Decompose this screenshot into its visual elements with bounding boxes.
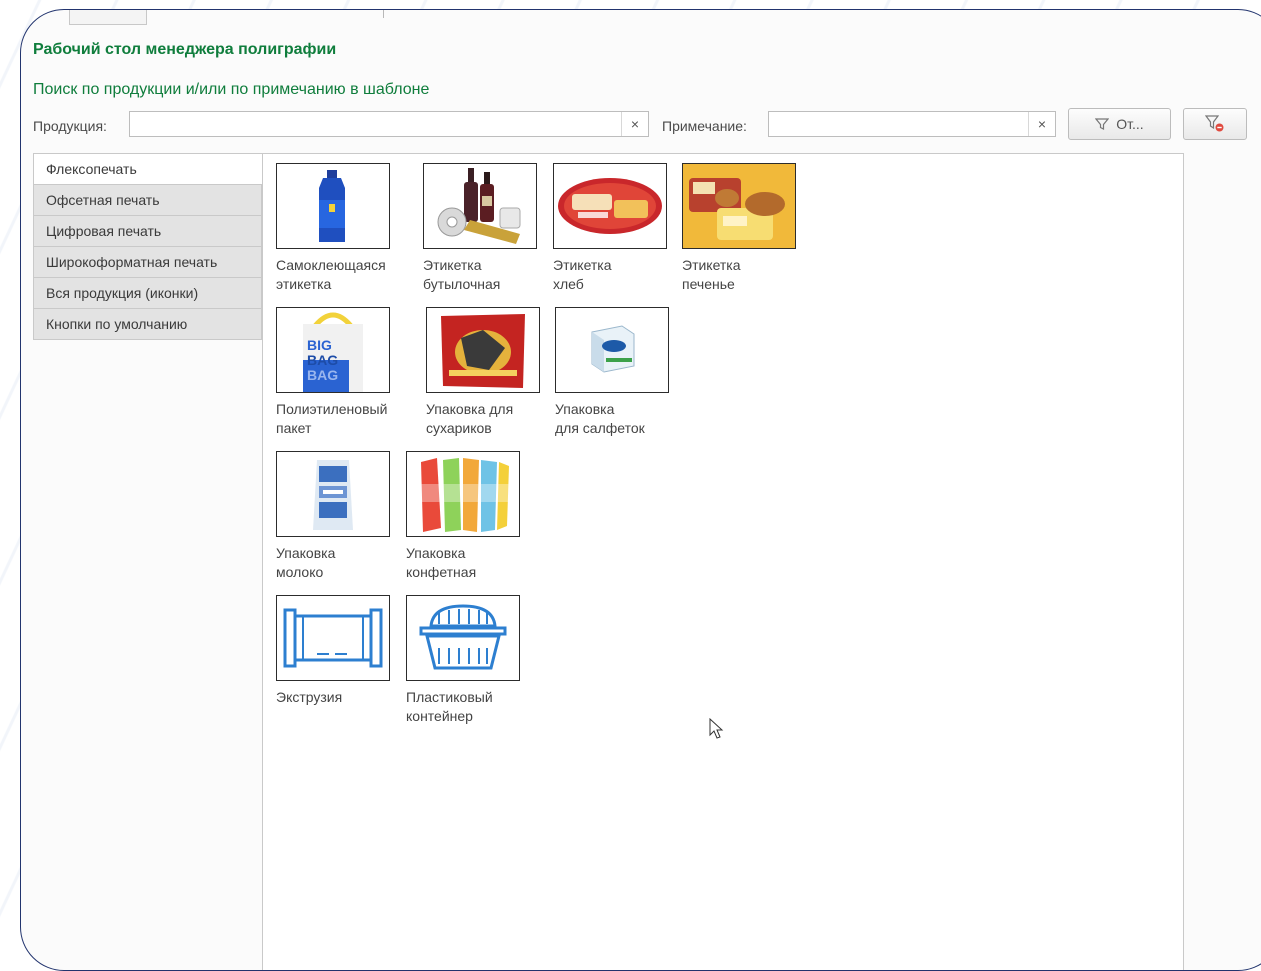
tab-flexo[interactable]: Флексопечать (33, 153, 262, 185)
tab-default-buttons[interactable]: Кнопки по умолчанию (33, 309, 262, 340)
product-caption: Упаковка молоко (276, 545, 336, 580)
product-tile-extrusion[interactable]: Экструзия (276, 595, 426, 707)
product-caption: Самоклеющаяся этикетка (276, 257, 386, 292)
note-clear-button[interactable]: × (1028, 112, 1055, 136)
product-tile-crackers[interactable]: Упаковка для сухариков (426, 307, 576, 438)
bottle-label-icon (276, 163, 390, 249)
product-caption: Этикетка хлеб (553, 257, 612, 292)
product-tile-bread-label[interactable]: Этикетка хлеб (553, 163, 703, 294)
app-window: Рабочий стол менеджера полиграфии Поиск … (20, 9, 1261, 971)
bread-label-icon (553, 163, 667, 249)
product-input[interactable] (130, 112, 630, 136)
napkins-pack-icon (555, 307, 669, 393)
product-tile-container[interactable]: Пластиковый контейнер (406, 595, 556, 726)
svg-text:BIG: BIG (307, 337, 332, 353)
product-caption: Полиэтиленовый пакет (276, 401, 388, 436)
product-caption: Пластиковый контейнер (406, 689, 493, 724)
clear-filter-button[interactable] (1183, 108, 1247, 140)
product-clear-button[interactable]: × (621, 112, 648, 136)
product-tile-napkins[interactable]: Упаковка для салфеток (555, 307, 705, 438)
container-icon (406, 595, 520, 681)
tab-digital[interactable]: Цифровая печать (33, 216, 262, 247)
tab-all-products[interactable]: Вся продукция (иконки) (33, 278, 262, 309)
candy-wrap-icon (406, 451, 520, 537)
top-divider (383, 10, 384, 18)
svg-text:BAG: BAG (307, 352, 338, 368)
product-tile-self-adhesive[interactable]: Самоклеющаяся этикетка (276, 163, 426, 294)
mouse-cursor-icon (709, 717, 725, 745)
products-panel: Самоклеющаяся этикетка Этикетка бутылочн… (262, 153, 1184, 970)
filter-button[interactable]: От... (1068, 108, 1171, 140)
product-label: Продукция: (33, 118, 107, 134)
filter-button-label: От... (1116, 116, 1144, 132)
product-field[interactable]: × (129, 111, 649, 137)
search-header: Поиск по продукции и/или по примечанию в… (33, 81, 430, 98)
wine-bottles-icon (423, 163, 537, 249)
milk-pack-icon (276, 451, 390, 537)
top-tab-fragment (69, 10, 147, 25)
crackers-pack-icon (426, 307, 540, 393)
product-caption: Этикетка печенье (682, 257, 741, 292)
note-input[interactable] (769, 112, 1037, 136)
plastic-bag-icon: BIG BAG BAG (276, 307, 390, 393)
tab-wide-format[interactable]: Широкоформатная печать (33, 247, 262, 278)
filter-clear-icon (1205, 115, 1224, 132)
product-caption: Этикетка бутылочная (423, 257, 501, 292)
product-caption: Упаковка конфетная (406, 545, 477, 580)
page-title: Рабочий стол менеджера полиграфии (33, 41, 337, 58)
product-caption: Экструзия (276, 689, 343, 705)
svg-text:BAG: BAG (307, 367, 338, 383)
category-tabs: Флексопечать Офсетная печать Цифровая пе… (33, 153, 262, 340)
product-caption: Упаковка для салфеток (555, 401, 645, 436)
filter-icon (1095, 118, 1110, 130)
extrusion-icon (276, 595, 390, 681)
cookie-pack-icon (682, 163, 796, 249)
tab-offset[interactable]: Офсетная печать (33, 185, 262, 216)
product-tile-candy[interactable]: Упаковка конфетная (406, 451, 556, 582)
product-tile-bottle-label[interactable]: Этикетка бутылочная (423, 163, 573, 294)
product-tile-cookie-label[interactable]: Этикетка печенье (682, 163, 832, 294)
product-tile-plastic-bag[interactable]: BIG BAG BAG Полиэтиленовый пакет (276, 307, 426, 438)
note-label: Примечание: (662, 118, 747, 134)
product-tile-milk[interactable]: Упаковка молоко (276, 451, 426, 582)
product-caption: Упаковка для сухариков (426, 401, 514, 436)
note-field[interactable]: × (768, 111, 1056, 137)
